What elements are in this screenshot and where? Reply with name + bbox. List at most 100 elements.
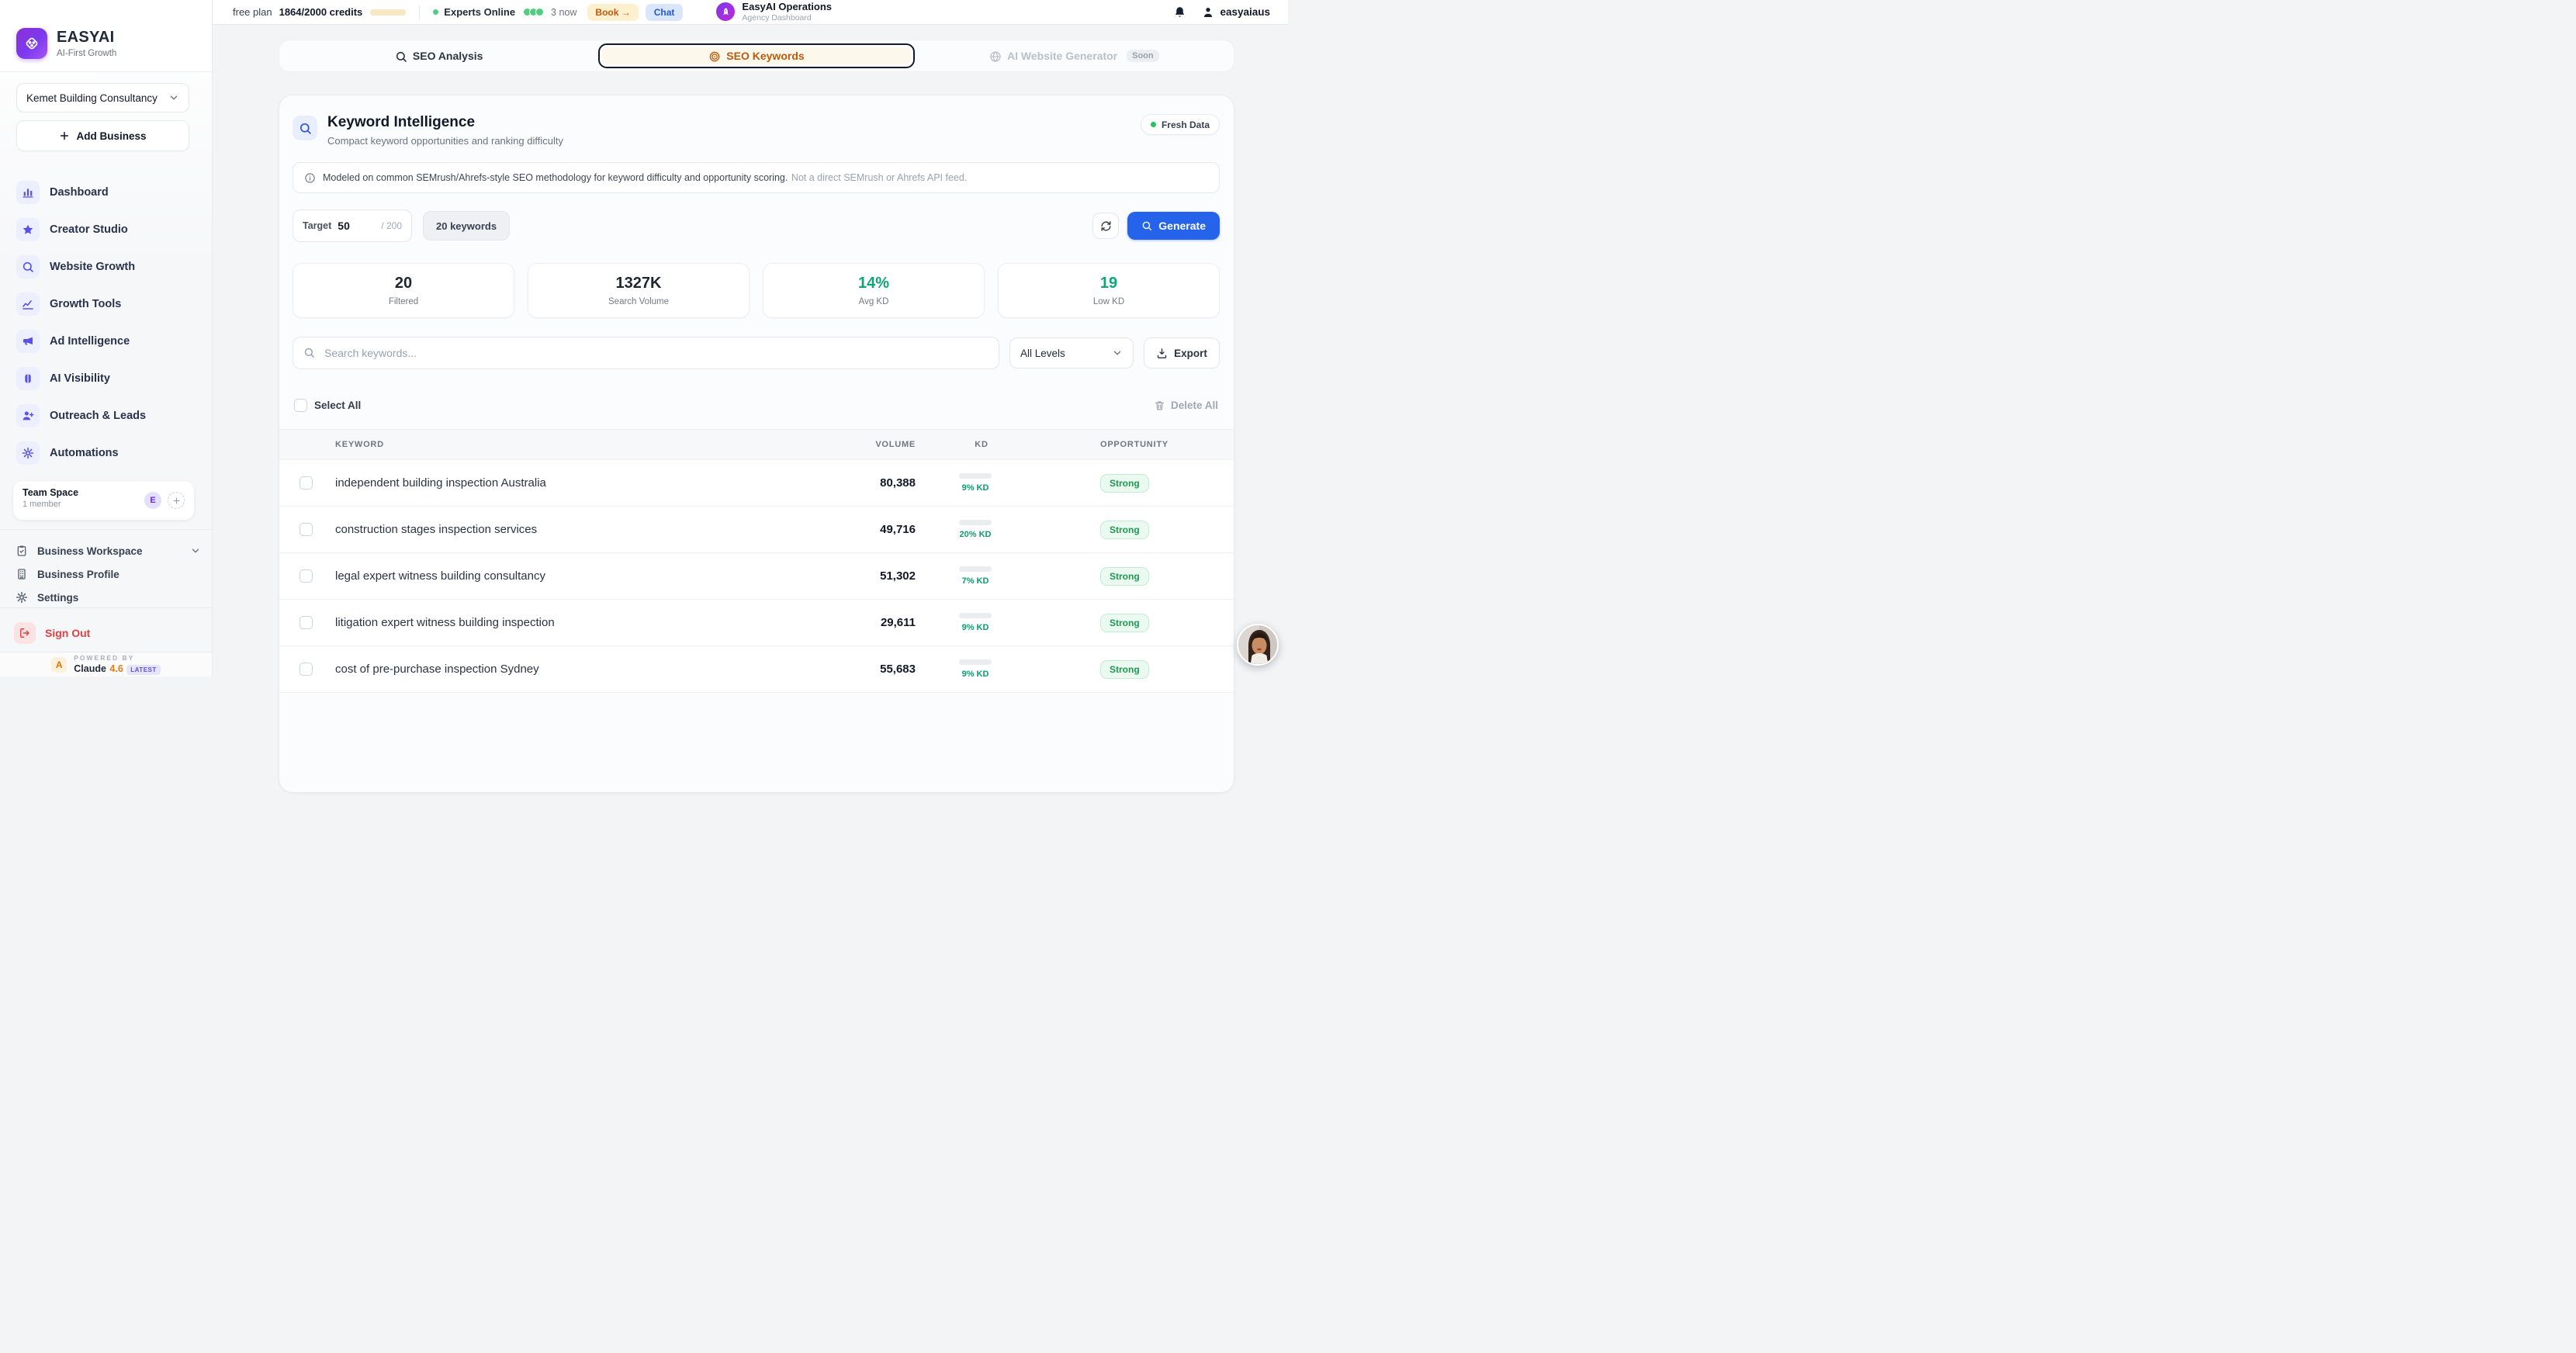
column-kd: KD <box>916 440 1047 449</box>
target-icon <box>708 50 720 62</box>
business-selector-value: Kemet Building Consultancy <box>26 92 158 104</box>
generate-button[interactable]: Generate <box>1127 212 1220 240</box>
credits-progress <box>370 9 406 16</box>
kd-progress <box>959 659 992 665</box>
sidebar-nav-item[interactable]: Dashboard <box>9 174 203 211</box>
sidebar-footer-label: Business Workspace <box>37 545 182 557</box>
tab[interactable]: AI Website Generator Soon <box>918 43 1231 68</box>
add-business-button[interactable]: Add Business <box>16 120 189 151</box>
kd-cell: 9% KD <box>916 473 1047 493</box>
org-switcher[interactable]: EasyAI Operations Agency Dashboard <box>716 2 832 22</box>
stat-value: 14% <box>858 275 889 292</box>
export-button[interactable]: Export <box>1144 337 1220 369</box>
volume-cell: 80,388 <box>807 476 916 490</box>
kd-cell: 9% KD <box>916 659 1047 679</box>
sidebar-nav-label: Ad Intelligence <box>50 335 130 348</box>
sidebar-nav-item[interactable]: Ad Intelligence <box>9 323 203 360</box>
latest-badge: LATEST <box>126 665 161 675</box>
brand-name: EASYAI <box>57 29 116 47</box>
brand: EASYAI AI-First Growth <box>0 0 212 72</box>
support-chat-avatar[interactable] <box>1237 624 1279 666</box>
select-all-checkbox[interactable] <box>294 399 307 412</box>
user-plus-icon <box>16 404 40 427</box>
rocket-icon <box>716 2 735 21</box>
star-icon <box>16 218 40 241</box>
chevron-down-icon <box>168 92 179 103</box>
table-row: legal expert witness building consultanc… <box>279 553 1234 600</box>
refresh-button[interactable] <box>1092 213 1119 239</box>
tab[interactable]: SEO Keywords <box>598 43 914 68</box>
stat-card: 19 Low KD <box>998 263 1220 318</box>
book-button[interactable]: Book → <box>587 4 638 21</box>
easyai-logo-icon <box>16 28 47 59</box>
powered-by: A POWERED BY Claude 4.6 LATEST <box>0 652 212 676</box>
row-checkbox[interactable] <box>299 663 313 676</box>
sidebar-nav-item[interactable]: AI Visibility <box>9 360 203 397</box>
table-row: construction stages inspection services … <box>279 507 1234 553</box>
target-label: Target <box>303 220 331 231</box>
volume-cell: 55,683 <box>807 663 916 676</box>
sidebar-footer-link[interactable]: Settings <box>11 586 201 609</box>
tab-label: SEO Keywords <box>726 50 804 62</box>
search-icon <box>303 347 315 358</box>
keyword-cell: litigation expert witness building inspe… <box>335 616 807 629</box>
experts-count: 3 now <box>551 7 576 18</box>
topbar: free plan 1864/2000 credits Experts Onli… <box>213 0 1288 25</box>
business-selector[interactable]: Kemet Building Consultancy <box>16 83 189 112</box>
kd-label: 9% KD <box>962 623 989 632</box>
search-icon <box>16 255 40 279</box>
sidebar-nav-item[interactable]: Automations <box>9 434 203 472</box>
plus-icon <box>172 497 181 505</box>
sidebar-nav-item[interactable]: Website Growth <box>9 248 203 285</box>
sidebar-nav-item[interactable]: Creator Studio <box>9 211 203 248</box>
row-checkbox[interactable] <box>299 476 313 490</box>
row-checkbox[interactable] <box>299 616 313 629</box>
user-menu[interactable]: easyaiaus <box>1202 6 1270 19</box>
keyword-cell: legal expert witness building consultanc… <box>335 569 807 583</box>
sign-out-button[interactable]: Sign Out <box>11 618 201 649</box>
level-filter-select[interactable]: All Levels <box>1009 337 1134 369</box>
stat-value: 20 <box>395 275 412 292</box>
select-all-label: Select All <box>314 400 361 411</box>
powered-version: 4.6 <box>109 663 123 674</box>
target-input[interactable]: Target 50 / 200 <box>293 209 412 242</box>
sidebar-nav-item[interactable]: Growth Tools <box>9 285 203 323</box>
opportunity-badge: Strong <box>1100 474 1149 493</box>
megaphone-icon <box>16 330 40 353</box>
search-icon <box>1141 220 1152 231</box>
stat-value: 1327K <box>616 275 662 292</box>
add-member-button[interactable] <box>168 492 185 509</box>
stat-card: 1327K Search Volume <box>528 263 750 318</box>
avatar: E <box>144 492 161 509</box>
delete-all-button[interactable]: Delete All <box>1154 400 1218 411</box>
sidebar-nav-item[interactable]: Outreach & Leads <box>9 397 203 434</box>
row-checkbox[interactable] <box>299 569 313 583</box>
column-opportunity: OPPORTUNITY <box>1047 440 1234 449</box>
sidebar-footer-link[interactable]: Business Profile <box>11 562 201 586</box>
chat-button[interactable]: Chat <box>646 4 684 21</box>
sidebar-footer-label: Business Profile <box>37 569 201 580</box>
clipboard-icon <box>16 545 29 558</box>
credits-label: 1864/2000 credits <box>279 6 363 18</box>
search-icon <box>293 116 317 140</box>
main-content: SEO Analysis SEO Keywords AI Website Gen… <box>213 25 1288 676</box>
team-space-card[interactable]: Team Space 1 member E <box>13 481 194 520</box>
tab-label: AI Website Generator <box>1007 50 1117 62</box>
stat-label: Low KD <box>1093 297 1124 306</box>
tab[interactable]: SEO Analysis <box>282 43 595 68</box>
column-volume: VOLUME <box>807 440 916 449</box>
gear-icon <box>16 441 40 465</box>
stat-label: Avg KD <box>859 297 889 306</box>
chevron-down-icon <box>1112 348 1123 358</box>
stat-label: Search Volume <box>608 297 669 306</box>
opportunity-badge: Strong <box>1100 567 1149 586</box>
sidebar-footer-link[interactable]: Business Workspace <box>11 539 201 562</box>
bell-icon[interactable] <box>1173 5 1186 19</box>
download-icon <box>1156 348 1168 359</box>
experts-online-label: Experts Online <box>444 6 515 18</box>
kd-cell: 20% KD <box>916 520 1047 539</box>
volume-cell: 51,302 <box>807 569 916 583</box>
row-checkbox[interactable] <box>299 523 313 536</box>
kd-label: 20% KD <box>960 530 992 539</box>
search-input[interactable] <box>293 337 999 369</box>
